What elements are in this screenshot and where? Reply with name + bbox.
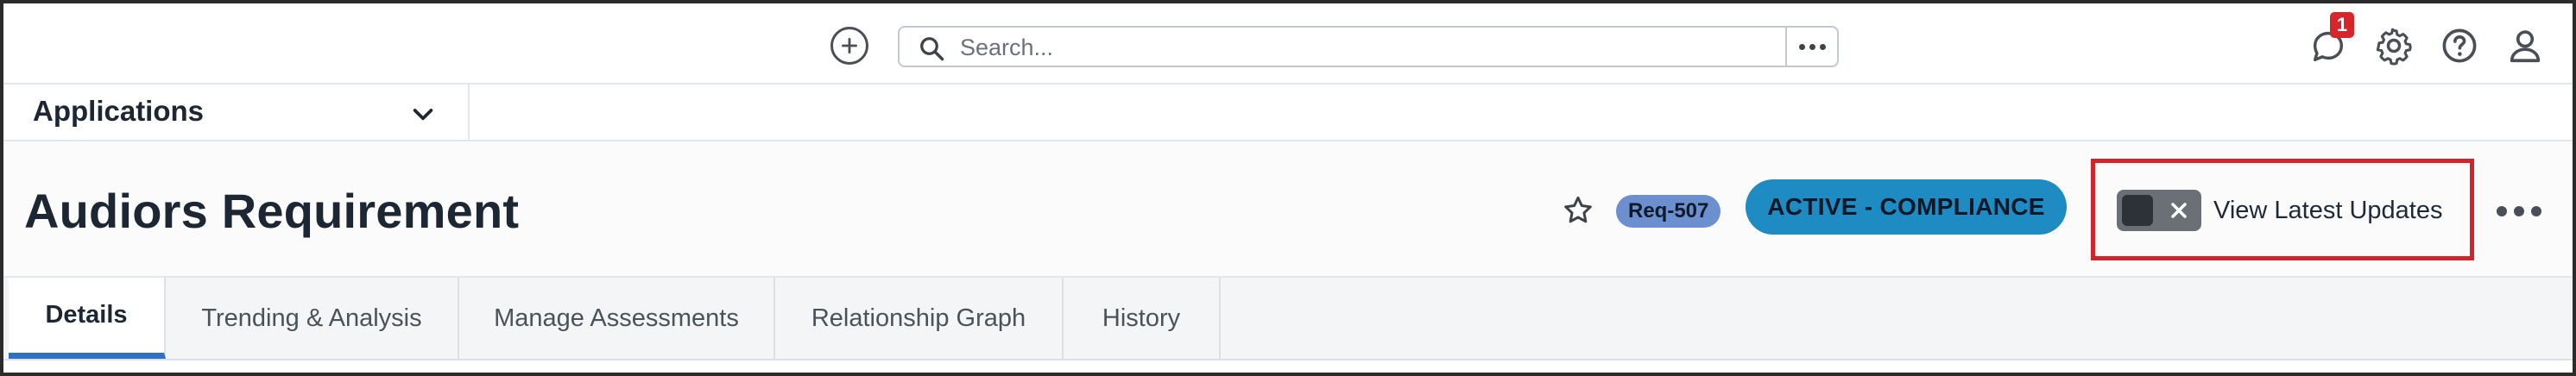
app-window: 1 Applications Audiors Requirement Req-5… <box>0 0 2576 376</box>
star-icon[interactable] <box>1561 193 1595 228</box>
dot-icon <box>1809 43 1815 50</box>
dot-icon <box>2497 206 2507 216</box>
user-icon <box>2510 30 2541 63</box>
dot-icon <box>2531 206 2541 216</box>
toggle-knob <box>2122 195 2153 226</box>
more-actions-button[interactable] <box>2497 198 2548 224</box>
tab-bar: Details Trending & Analysis Manage Asses… <box>3 278 2573 360</box>
tab-details[interactable]: Details <box>9 278 166 359</box>
search-icon <box>920 37 944 61</box>
add-button[interactable] <box>830 27 868 65</box>
view-latest-updates-toggle[interactable] <box>2117 190 2201 231</box>
dot-icon <box>1798 43 1805 50</box>
applications-dropdown[interactable]: Applications <box>3 85 470 140</box>
notification-badge: 1 <box>2330 12 2354 38</box>
search-options-button[interactable] <box>1785 28 1837 66</box>
user-profile-button[interactable] <box>2505 26 2545 66</box>
settings-button[interactable] <box>2374 26 2414 66</box>
applications-bar: Applications <box>3 85 2573 141</box>
tab-manage-assessments[interactable]: Manage Assessments <box>459 278 775 359</box>
chevron-down-icon <box>413 109 433 121</box>
dot-icon <box>2514 206 2524 216</box>
applications-label: Applications <box>33 95 205 127</box>
close-icon <box>2171 203 2187 218</box>
tab-relationship-graph[interactable]: Relationship Graph <box>775 278 1064 359</box>
top-bar: 1 <box>3 3 2573 85</box>
record-id-badge: Req-507 <box>1616 195 1721 228</box>
page-title: Audiors Requirement <box>24 184 520 238</box>
gear-icon <box>2376 28 2412 66</box>
help-icon <box>2442 28 2477 63</box>
search-bar <box>898 26 1839 67</box>
plus-icon <box>842 38 857 53</box>
search-input[interactable] <box>960 33 1806 62</box>
help-button[interactable] <box>2440 26 2479 66</box>
status-button[interactable]: ACTIVE - COMPLIANCE <box>1746 179 2067 235</box>
tab-trending-analysis[interactable]: Trending & Analysis <box>166 278 459 359</box>
tab-history[interactable]: History <box>1064 278 1221 359</box>
dot-icon <box>1819 43 1826 50</box>
toggle-label: View Latest Updates <box>2213 197 2443 224</box>
record-header: Audiors Requirement Req-507 ACTIVE - COM… <box>3 141 2573 278</box>
